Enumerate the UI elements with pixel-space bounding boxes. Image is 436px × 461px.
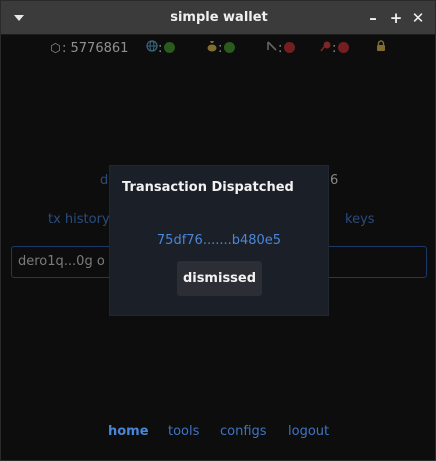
close-button[interactable]: ✕ bbox=[408, 8, 428, 28]
transaction-dialog: Transaction Dispatched 75df76.......b480… bbox=[109, 165, 329, 316]
nav-logout[interactable]: logout bbox=[288, 424, 329, 439]
title-bar: simple wallet – + ✕ bbox=[1, 1, 435, 35]
nav-tools[interactable]: tools bbox=[168, 424, 199, 439]
dismiss-button[interactable]: dismissed bbox=[177, 261, 262, 296]
txid-link[interactable]: 75df76.......b480e5 bbox=[110, 233, 328, 248]
nav-home[interactable]: home bbox=[108, 424, 149, 439]
dialog-title: Transaction Dispatched bbox=[122, 180, 294, 195]
maximize-button[interactable]: + bbox=[386, 8, 406, 28]
app-window: simple wallet – + ✕ ⬡: 5776861 : : : : d… bbox=[0, 0, 436, 461]
nav-configs[interactable]: configs bbox=[220, 424, 267, 439]
minimize-button[interactable]: – bbox=[363, 8, 383, 28]
bottom-nav: home tools configs logout bbox=[1, 424, 435, 444]
